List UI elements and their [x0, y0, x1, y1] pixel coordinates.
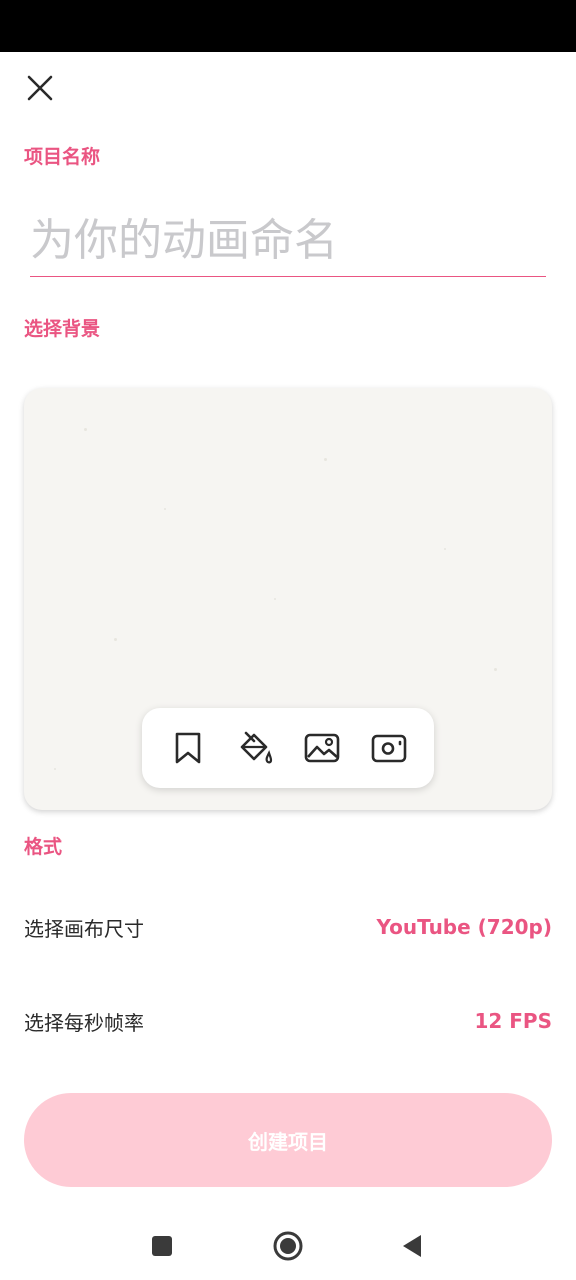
frame-rate-label: 选择每秒帧率	[24, 1010, 144, 1035]
system-navigation-bar	[0, 1210, 576, 1280]
back-button[interactable]	[394, 1228, 430, 1264]
project-name-label: 项目名称	[24, 146, 101, 168]
frame-rate-value: 12 FPS	[474, 1009, 552, 1033]
background-toolbar	[142, 708, 434, 788]
recent-apps-button[interactable]	[144, 1228, 180, 1264]
canvas-size-row[interactable]: 选择画布尺寸 YouTube (720p)	[24, 907, 552, 947]
canvas-size-label: 选择画布尺寸	[24, 916, 144, 941]
project-name-input[interactable]	[30, 205, 546, 277]
close-button[interactable]	[20, 68, 60, 108]
circle-icon	[273, 1231, 303, 1261]
home-button[interactable]	[270, 1228, 306, 1264]
create-project-button[interactable]: 创建项目	[24, 1093, 552, 1187]
bookmark-icon	[175, 732, 200, 764]
format-label: 格式	[24, 836, 63, 858]
square-icon	[152, 1236, 172, 1256]
image-background-button[interactable]	[300, 726, 344, 770]
paint-bucket-icon	[240, 731, 272, 764]
camera-icon	[371, 734, 406, 763]
triangle-back-icon	[403, 1235, 421, 1257]
background-label: 选择背景	[24, 318, 101, 340]
fill-color-button[interactable]	[233, 726, 277, 770]
canvas-size-value: YouTube (720p)	[376, 915, 553, 939]
frame-rate-row[interactable]: 选择每秒帧率 12 FPS	[24, 1001, 552, 1041]
status-bar	[0, 0, 576, 52]
image-icon	[304, 733, 339, 763]
close-icon	[27, 75, 53, 101]
camera-background-button[interactable]	[367, 726, 411, 770]
saved-backgrounds-button[interactable]	[166, 726, 210, 770]
